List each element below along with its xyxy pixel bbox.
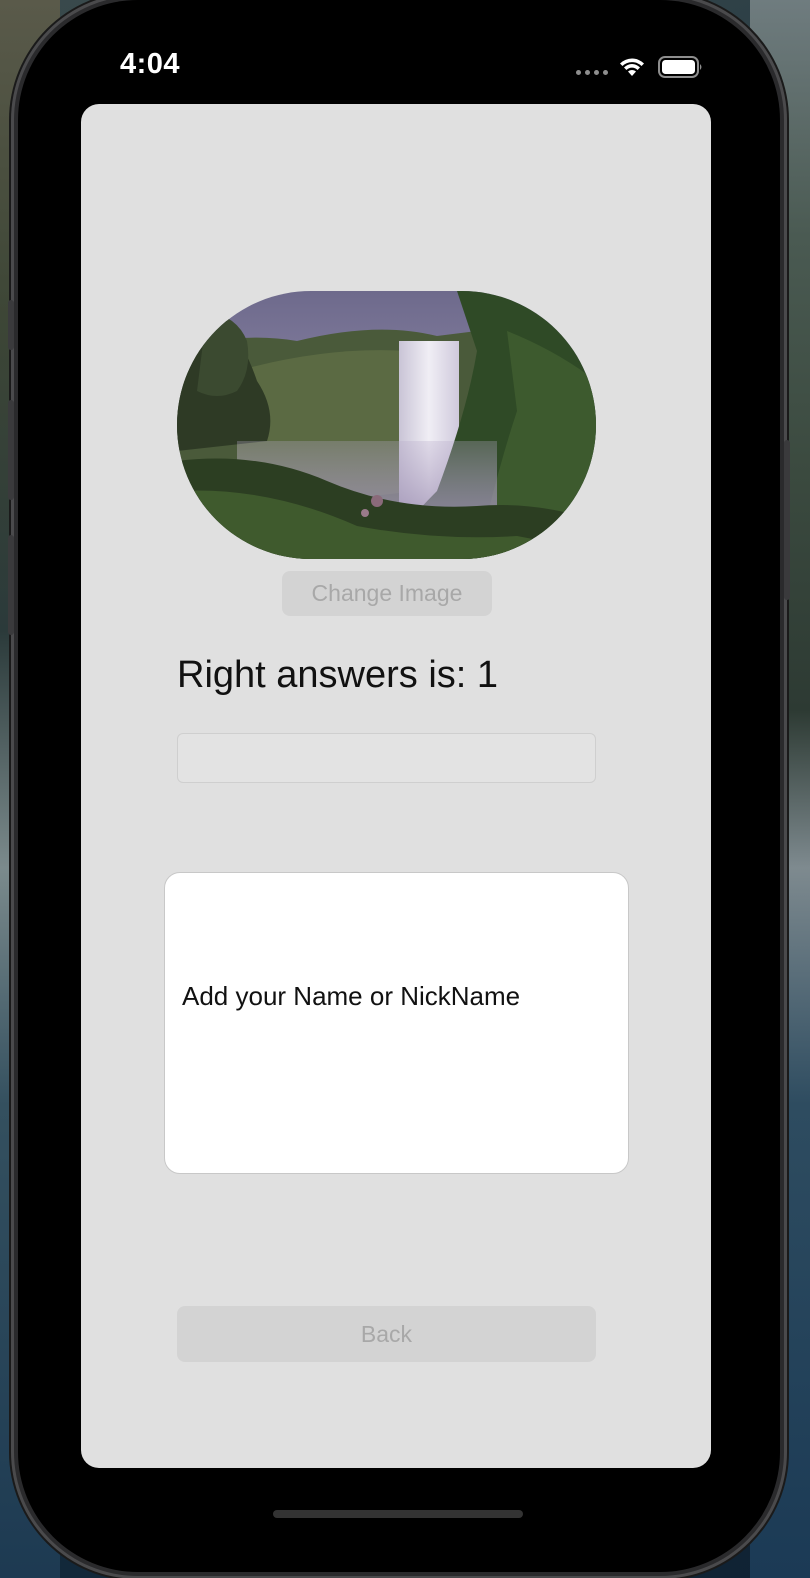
back-button[interactable]: Back bbox=[177, 1306, 596, 1362]
status-time: 4:04 bbox=[120, 48, 181, 80]
profile-image bbox=[177, 291, 596, 559]
cellular-signal-icon bbox=[576, 70, 608, 75]
home-indicator[interactable] bbox=[273, 1510, 523, 1518]
app-screen: Change Image Right answers is: 1 Add you… bbox=[81, 104, 711, 1468]
status-bar: 4:04 bbox=[18, 0, 780, 100]
volume-up-button bbox=[8, 400, 14, 500]
name-text-view[interactable]: Add your Name or NickName bbox=[164, 872, 629, 1174]
name-prompt-text: Add your Name or NickName bbox=[182, 981, 521, 1011]
change-image-button[interactable]: Change Image bbox=[282, 571, 492, 616]
mute-switch bbox=[8, 300, 14, 350]
power-button bbox=[784, 440, 790, 600]
volume-down-button bbox=[8, 535, 14, 635]
battery-icon bbox=[658, 56, 702, 78]
answer-text-field[interactable] bbox=[177, 733, 596, 783]
right-answers-label: Right answers is: 1 bbox=[177, 654, 499, 696]
phone-frame: 4:04 Change Image Right answers is: 1 Ad… bbox=[8, 0, 790, 1572]
wifi-icon bbox=[620, 58, 644, 76]
waterfall-photo-icon bbox=[177, 291, 596, 559]
